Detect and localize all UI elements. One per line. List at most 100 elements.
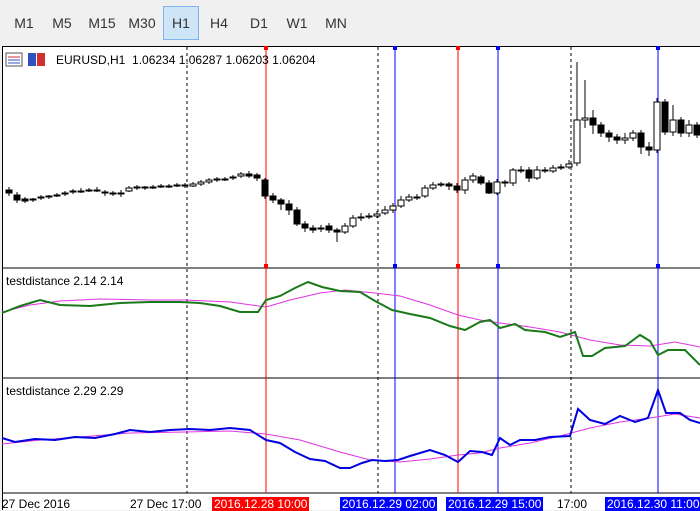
candle-body bbox=[269, 195, 277, 201]
candle-body bbox=[141, 186, 149, 189]
candle-body bbox=[61, 192, 69, 195]
time-axis-label-blue: 2016.12.29 02:00 bbox=[340, 497, 438, 511]
candle-body bbox=[101, 191, 109, 194]
line-handle[interactable] bbox=[393, 46, 397, 50]
candle-body bbox=[533, 169, 541, 179]
candle-body bbox=[37, 196, 45, 199]
candle-body bbox=[541, 169, 549, 172]
candle-body bbox=[685, 124, 693, 134]
candle-body bbox=[469, 175, 477, 181]
price-chart[interactable] bbox=[0, 0, 700, 510]
candle-body bbox=[557, 166, 565, 169]
candle-body bbox=[109, 192, 117, 195]
candle-body bbox=[525, 169, 533, 179]
candle-body bbox=[581, 117, 589, 121]
candle-body bbox=[517, 169, 525, 172]
candle-body bbox=[213, 178, 221, 181]
candle-body bbox=[165, 185, 173, 188]
symbol-label: EURUSD,H1 bbox=[56, 53, 126, 67]
candle-body bbox=[77, 190, 85, 193]
line-handle[interactable] bbox=[656, 264, 660, 268]
time-axis-label-red: 2016.12.28 10:00 bbox=[212, 497, 310, 511]
candle-body bbox=[205, 179, 213, 183]
candle-body bbox=[333, 229, 341, 233]
candle-body bbox=[85, 189, 93, 192]
indicator2-main-line bbox=[1, 386, 700, 469]
candle-body bbox=[405, 196, 413, 201]
chart-menu-icon[interactable] bbox=[5, 52, 23, 67]
line-handle[interactable] bbox=[496, 46, 500, 50]
candle-body bbox=[261, 179, 269, 197]
candle-body bbox=[589, 117, 597, 126]
candle-body bbox=[245, 173, 253, 177]
candle-body bbox=[669, 119, 677, 133]
candle-body bbox=[93, 189, 101, 192]
candle-body bbox=[637, 132, 645, 148]
indicator1-main-line bbox=[1, 280, 700, 366]
candle-body bbox=[117, 192, 125, 195]
time-axis-label: 27 Dec 2016 bbox=[2, 497, 71, 511]
candle-body bbox=[293, 209, 301, 225]
candle-body bbox=[173, 184, 181, 187]
candle-body bbox=[389, 205, 397, 211]
candle-body bbox=[613, 136, 621, 141]
candle-body bbox=[509, 169, 517, 184]
line-handle[interactable] bbox=[496, 264, 500, 268]
indicator1-signal-line bbox=[1, 289, 700, 348]
symbol-header: EURUSD,H1 1.06234 1.06287 1.06203 1.0620… bbox=[56, 53, 316, 67]
candle-body bbox=[13, 194, 21, 201]
candle-body bbox=[237, 173, 245, 177]
line-handle[interactable] bbox=[393, 264, 397, 268]
candle-body bbox=[309, 227, 317, 231]
line-handle[interactable] bbox=[656, 46, 660, 50]
candle-body bbox=[125, 187, 133, 192]
candle-body bbox=[397, 199, 405, 207]
trade-panel-icon[interactable] bbox=[28, 53, 45, 66]
candle-body bbox=[301, 223, 309, 229]
time-axis-label-blue: 2016.12.30 11:00 bbox=[605, 497, 700, 511]
candle-body bbox=[45, 195, 53, 198]
candle-body bbox=[437, 183, 445, 186]
candle-body bbox=[677, 119, 685, 134]
line-handle[interactable] bbox=[264, 264, 268, 268]
candle-body bbox=[365, 215, 373, 218]
candle-body bbox=[565, 163, 573, 168]
candle-body bbox=[69, 190, 77, 193]
candle-body bbox=[573, 119, 581, 164]
candle-body bbox=[133, 186, 141, 189]
line-handle[interactable] bbox=[456, 46, 460, 50]
candle-body bbox=[501, 181, 509, 184]
indicator2-label: testdistance 2.29 2.29 bbox=[6, 384, 124, 398]
candle-body bbox=[381, 209, 389, 214]
candle-body bbox=[29, 198, 37, 201]
candle-body bbox=[21, 198, 29, 202]
candle-body bbox=[661, 101, 669, 133]
candle-body bbox=[621, 137, 629, 141]
candle-body bbox=[53, 194, 61, 197]
candle-body bbox=[597, 124, 605, 134]
candle-body bbox=[197, 181, 205, 185]
candle-body bbox=[485, 182, 493, 194]
candle-body bbox=[357, 216, 365, 219]
candle-body bbox=[445, 183, 453, 187]
candle-body bbox=[429, 184, 437, 189]
candle-body bbox=[149, 186, 157, 189]
candle-body bbox=[253, 174, 261, 179]
candle-body bbox=[5, 189, 13, 194]
candle-body bbox=[653, 101, 661, 151]
line-handle[interactable] bbox=[456, 264, 460, 268]
candle-body bbox=[549, 167, 557, 172]
candle-body bbox=[605, 132, 613, 138]
candle-body bbox=[157, 185, 165, 188]
candle-body bbox=[413, 196, 421, 199]
candle-body bbox=[629, 132, 637, 139]
indicator1-label: testdistance 2.14 2.14 bbox=[6, 274, 124, 288]
ohlc-values: 1.06234 1.06287 1.06203 1.06204 bbox=[132, 53, 316, 67]
line-handle[interactable] bbox=[264, 46, 268, 50]
candle-body bbox=[189, 183, 197, 187]
candle-body bbox=[693, 124, 700, 136]
candle-body bbox=[221, 178, 229, 181]
candle-body bbox=[421, 187, 429, 197]
candle-body bbox=[349, 217, 357, 227]
candle-body bbox=[477, 176, 485, 184]
